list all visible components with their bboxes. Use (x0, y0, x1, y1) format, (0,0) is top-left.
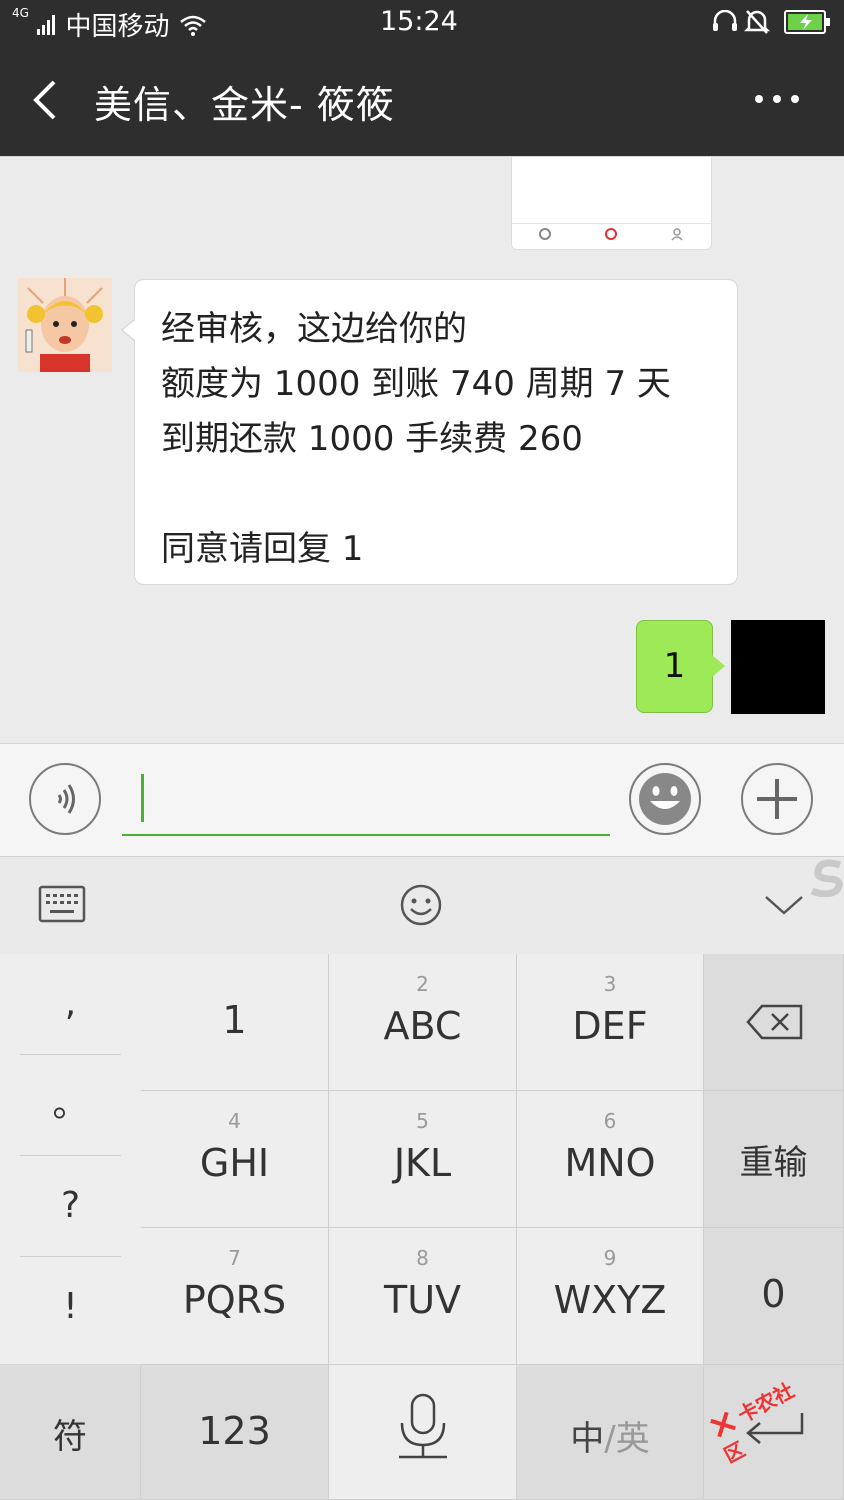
lang-sep: / (604, 1419, 616, 1459)
key-number: 6 (603, 1109, 617, 1133)
chat-area[interactable]: 经审核，这边给你的 额度为 1000 到账 740 周期 7 天 到期还款 10… (0, 156, 844, 744)
key-label: JKL (393, 1141, 452, 1185)
key-label: ABC (383, 1004, 462, 1048)
signal-icon (37, 15, 56, 35)
message-line: 经审核，这边给你的 (161, 309, 467, 349)
backspace-icon (746, 1004, 803, 1040)
punct-comma-key[interactable]: , (20, 954, 121, 1055)
my-avatar[interactable] (731, 620, 825, 714)
lang-zh: 中 (570, 1419, 605, 1459)
plus-icon (757, 779, 797, 819)
symbol-key[interactable]: 符 (0, 1365, 141, 1500)
emoji-face-icon[interactable] (398, 882, 444, 928)
contact-avatar[interactable] (18, 278, 112, 372)
image-message-thumbnail[interactable] (511, 157, 712, 250)
voice-icon (57, 784, 75, 814)
key-label: GHI (199, 1141, 270, 1185)
battery-icon (784, 10, 830, 34)
sogou-logo-icon (810, 859, 843, 897)
key-number: 4 (228, 1109, 241, 1133)
key-number: 3 (603, 972, 617, 996)
key-number: 5 (416, 1109, 429, 1133)
more-functions-button[interactable] (741, 763, 813, 835)
message-line: 同意请回复 1 (161, 529, 364, 569)
smiley-icon (639, 773, 691, 825)
key-number: 2 (416, 972, 429, 996)
microphone-icon (399, 1393, 447, 1459)
reinput-key[interactable]: 重输 (704, 1091, 844, 1228)
carrier-name: 中国移动 (65, 12, 170, 42)
thumb-home-icon (539, 228, 551, 240)
key-label: 1 (222, 998, 247, 1042)
punct-question-key[interactable]: ? (20, 1156, 121, 1257)
key-7-pqrs[interactable]: 7 PQRS (141, 1228, 329, 1365)
key-6-mno[interactable]: 6 MNO (517, 1091, 704, 1228)
clock: 15:24 (380, 6, 458, 37)
thumb-divider (512, 223, 711, 224)
thumb-user-icon (671, 228, 683, 241)
key-label: 重输 (739, 1143, 808, 1183)
key-label: 中/英 (517, 1411, 703, 1460)
keyboard-icon[interactable] (38, 885, 86, 923)
message-line: 到期还款 1000 手续费 260 (161, 419, 583, 459)
key-label: 0 (761, 1272, 786, 1316)
carrier-info: 4G 中国移动 (12, 6, 208, 43)
language-switch-key[interactable]: 中/英 (517, 1365, 704, 1500)
key-2-abc[interactable]: 2 ABC (329, 954, 517, 1091)
back-arrow-icon[interactable] (30, 78, 60, 122)
cartoon-girl-avatar-icon (18, 278, 112, 372)
key-number: 9 (603, 1246, 617, 1270)
voice-button[interactable] (29, 763, 101, 835)
message-line (161, 467, 711, 522)
key-number: 8 (416, 1246, 429, 1270)
punct-period-key[interactable]: 。 (20, 1055, 121, 1156)
key-label: TUV (383, 1278, 462, 1322)
collapse-chevron-icon[interactable] (764, 893, 804, 917)
punctuation-column: , 。 ? ! (0, 954, 142, 1364)
key-label: DEF (572, 1004, 648, 1048)
mute-bell-icon (744, 10, 770, 34)
key-9-wxyz[interactable]: 9 WXYZ (517, 1228, 704, 1365)
keyboard-toolbar (0, 856, 844, 955)
incoming-message-bubble[interactable]: 经审核，这边给你的 额度为 1000 到账 740 周期 7 天 到期还款 10… (121, 279, 738, 585)
backspace-key[interactable] (704, 954, 844, 1091)
input-bar (0, 743, 844, 856)
key-label: MNO (564, 1141, 656, 1185)
key-5-jkl[interactable]: 5 JKL (329, 1091, 517, 1228)
numeric-key[interactable]: 123 (141, 1365, 329, 1500)
key-label: 符 (53, 1417, 87, 1457)
key-4-ghi[interactable]: 4 GHI (141, 1091, 329, 1228)
headset-icon (713, 10, 737, 31)
status-bar: 4G 中国移动 15:24 (0, 0, 844, 46)
key-1[interactable]: 1 (141, 954, 329, 1091)
emoji-button[interactable] (629, 763, 701, 835)
title-bar: 美信、金米- 筱筱 (0, 46, 844, 156)
message-input[interactable] (122, 764, 610, 836)
more-options-icon[interactable] (752, 92, 802, 106)
key-label: PQRS (182, 1278, 287, 1322)
punct-exclaim-key[interactable]: ! (20, 1257, 121, 1357)
wifi-icon (179, 15, 206, 36)
chat-title: 美信、金米- 筱筱 (94, 83, 395, 127)
text-cursor (141, 774, 144, 822)
key-label: WXYZ (553, 1278, 667, 1322)
key-label: 123 (198, 1409, 271, 1453)
outgoing-message-bubble[interactable]: 1 (636, 620, 725, 713)
key-number: 7 (228, 1246, 241, 1270)
message-line: 额度为 1000 到账 740 周期 7 天 (161, 364, 671, 404)
space-voice-key[interactable] (329, 1365, 517, 1500)
lang-en: 英 (615, 1419, 650, 1459)
network-label: 4G (12, 6, 29, 20)
key-3-def[interactable]: 3 DEF (517, 954, 704, 1091)
key-8-tuv[interactable]: 8 TUV (329, 1228, 517, 1365)
thumb-loan-icon (605, 228, 617, 240)
key-0[interactable]: 0 (704, 1228, 844, 1365)
